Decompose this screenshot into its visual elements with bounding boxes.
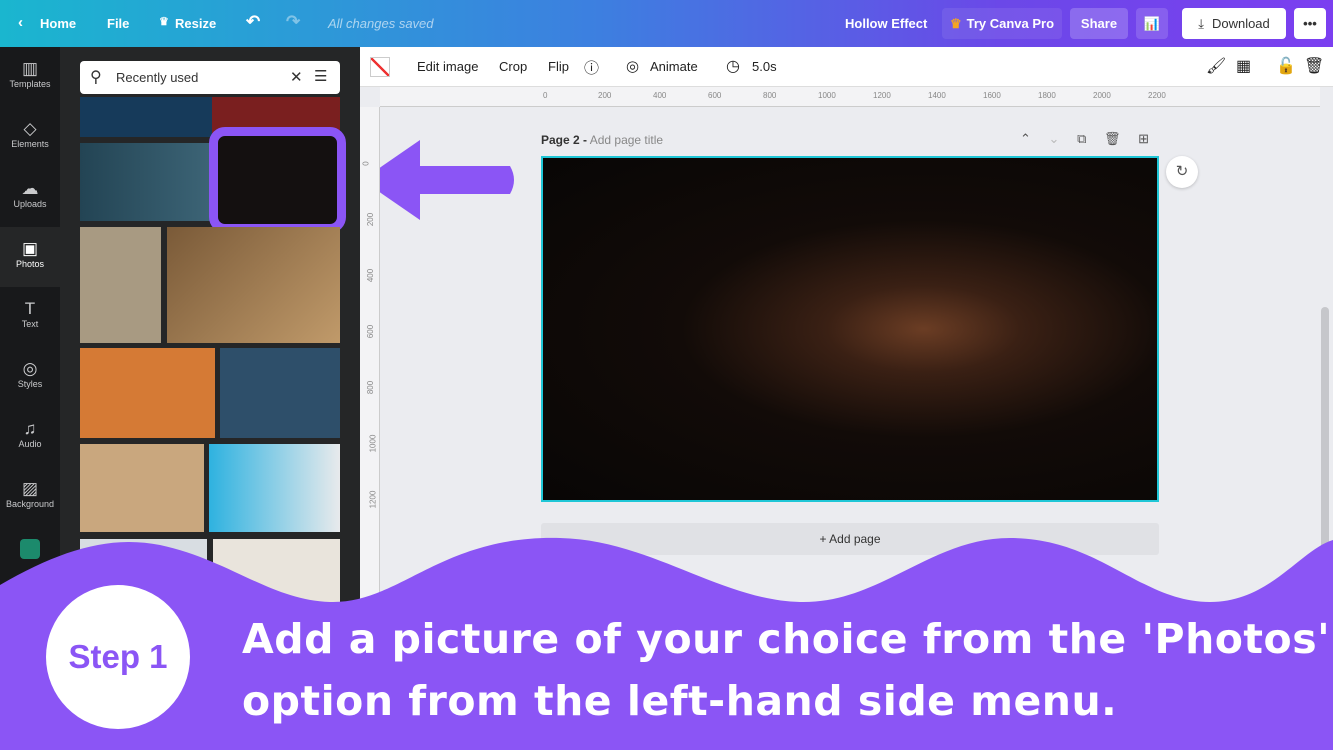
move-up-icon[interactable]: ⌃ [1020, 131, 1031, 146]
ruler-tick-label: 1200 [873, 91, 891, 100]
elements-icon: ◇ [23, 119, 37, 138]
ruler-tick-label: 200 [598, 91, 612, 100]
ruler-tick-label: 600 [366, 324, 376, 339]
share-button[interactable]: Share [1070, 8, 1128, 39]
sidebar-item-styles[interactable]: ◎ Styles [0, 347, 60, 407]
ruler-tick-label: 200 [366, 212, 376, 227]
photo-thumbnail[interactable] [209, 444, 340, 532]
photo-thumbnail[interactable] [80, 143, 215, 221]
insights-icon[interactable]: 📊 [1136, 8, 1168, 39]
add-page-icon[interactable]: ⊞ [1138, 131, 1149, 146]
download-button[interactable]: ⤓ Download [1182, 8, 1286, 39]
transparency-swatch-icon[interactable] [370, 57, 390, 77]
search-icon: ⚲ [90, 69, 102, 86]
crown-icon: ♛ [159, 16, 169, 28]
filter-icon[interactable]: ☰ [314, 67, 327, 85]
ruler-tick-label: 1800 [1038, 91, 1056, 100]
duration-button[interactable]: 5.0s [752, 59, 777, 74]
crop-button[interactable]: Crop [499, 59, 527, 74]
sidebar-item-photos[interactable]: ▣ Photos [0, 227, 60, 287]
ruler-tick-label: 0 [361, 161, 371, 166]
pointer-arrow [362, 140, 514, 220]
animate-button[interactable]: Animate [650, 59, 698, 74]
sidebar-item-elements[interactable]: ◇ Elements [0, 107, 60, 167]
redo-icon[interactable]: ↷ [286, 12, 300, 32]
caption-line-2: option from the left-hand side menu. [242, 677, 1118, 725]
sidebar-item-uploads[interactable]: ☁ Uploads [0, 167, 60, 227]
palette-icon: ◎ [22, 359, 38, 378]
ruler-tick-label: 400 [653, 91, 667, 100]
photos-icon: ▣ [21, 239, 39, 258]
ruler-tick-label: 1200 [368, 490, 378, 509]
photo-thumbnail[interactable] [80, 444, 204, 532]
music-icon: ♫ [23, 419, 37, 438]
sidebar-item-templates[interactable]: ▥ Templates [0, 47, 60, 107]
page-label: Page 2 - [541, 133, 588, 147]
step-badge: Step 1 [46, 585, 190, 729]
crown-icon: ♛ [949, 15, 962, 31]
page-controls: ⌃ ⌄ ⧉ 🗑 ⊞ [1020, 131, 1149, 147]
design-title[interactable]: Hollow Effect [845, 16, 927, 31]
transparency-icon[interactable]: ▦ [1236, 56, 1251, 76]
undo-icon[interactable]: ↶ [246, 12, 260, 32]
refresh-icon[interactable]: ↻ [1166, 156, 1198, 188]
info-icon[interactable]: ⓘ [584, 57, 599, 78]
move-down-icon[interactable]: ⌄ [1049, 131, 1060, 146]
top-bar: ‹ Home File ♛ Resize ↶ ↷ All changes sav… [0, 0, 1333, 47]
photo-thumbnail[interactable] [80, 348, 215, 438]
ruler-tick-label: 600 [708, 91, 722, 100]
resize-button[interactable]: Resize [175, 16, 216, 31]
ruler-tick-label: 1400 [928, 91, 946, 100]
photo-thumbnail[interactable] [80, 97, 212, 137]
download-icon: ⤓ [1198, 15, 1204, 31]
ruler-tick-label: 2000 [1093, 91, 1111, 100]
photo-thumbnail[interactable] [80, 227, 161, 343]
ruler-tick-label: 800 [366, 380, 376, 395]
page-title-input[interactable]: Add page title [590, 133, 663, 147]
photo-thumbnail[interactable] [220, 348, 340, 438]
background-icon: ▨ [21, 479, 39, 498]
caption-line-1: Add a picture of your choice from the 'P… [242, 615, 1331, 663]
horizontal-ruler: 0 200 400 600 800 1000 1200 1400 1600 1800 2000 220… [380, 87, 1320, 107]
try-pro-button[interactable]: ♛ Try Canva Pro [942, 8, 1062, 39]
ruler-tick-label: 1000 [368, 434, 378, 453]
home-button[interactable]: Home [40, 16, 76, 31]
edit-image-button[interactable]: Edit image [417, 59, 478, 74]
ruler-tick-label: 2200 [1148, 91, 1166, 100]
ruler-tick-label: 1600 [983, 91, 1001, 100]
back-chevron-icon[interactable]: ‹ [18, 14, 23, 31]
flip-button[interactable]: Flip [548, 59, 569, 74]
duplicate-page-icon[interactable]: ⧉ [1077, 131, 1086, 146]
animate-icon: ◎ [626, 58, 640, 75]
ruler-tick-label: 0 [543, 91, 548, 100]
more-button[interactable]: ••• [1294, 8, 1326, 39]
file-menu[interactable]: File [107, 16, 129, 31]
search-input[interactable]: ⚲ Recently used ✕ ☰ [80, 61, 340, 94]
ruler-tick-label: 1000 [818, 91, 836, 100]
delete-page-icon[interactable]: 🗑 [1104, 131, 1121, 146]
ruler-tick-label: 800 [763, 91, 777, 100]
trash-icon[interactable]: 🗑 [1304, 56, 1324, 76]
lock-icon[interactable]: 🔓 [1276, 56, 1296, 76]
clock-icon: ◷ [726, 58, 740, 75]
image-toolbar: Edit image Crop Flip ⓘ ◎ Animate ◷ 5.0s … [360, 47, 1333, 87]
upload-icon: ☁ [21, 179, 39, 198]
sidebar-item-audio[interactable]: ♫ Audio [0, 407, 60, 467]
sidebar-item-text[interactable]: T Text [0, 287, 60, 347]
canvas-page-photo[interactable] [541, 156, 1159, 502]
save-status: All changes saved [328, 16, 434, 31]
page-header: Page 2 - Add page title [541, 133, 663, 147]
photo-thumbnail-selected[interactable] [209, 127, 346, 233]
photo-thumbnail[interactable] [167, 227, 340, 343]
sidebar-item-background[interactable]: ▨ Background [0, 467, 60, 527]
clear-icon[interactable]: ✕ [290, 68, 303, 86]
ruler-tick-label: 400 [366, 268, 376, 283]
paint-roller-icon[interactable]: 🖌 [1206, 56, 1226, 76]
templates-icon: ▥ [21, 59, 39, 78]
text-icon: T [24, 299, 36, 318]
